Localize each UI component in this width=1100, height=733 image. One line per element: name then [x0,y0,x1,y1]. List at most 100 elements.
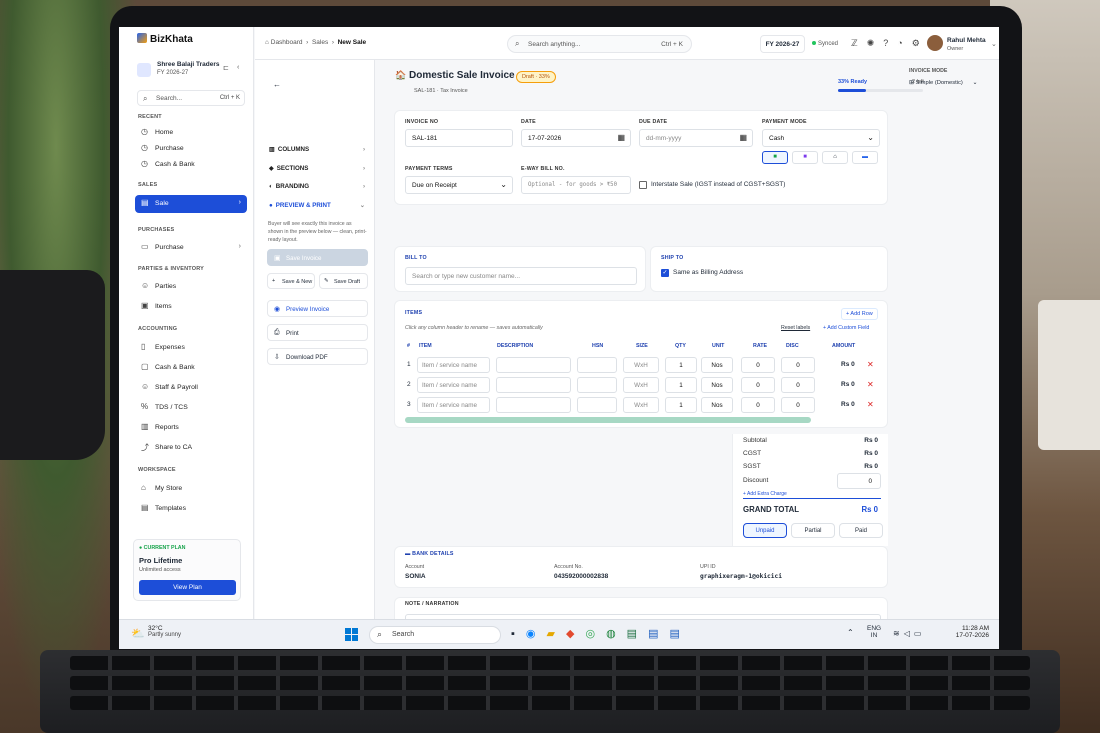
col-header-unit[interactable]: UNIT [712,343,724,349]
accordion-columns[interactable]: ▥ COLUMNS › [269,146,367,153]
status-paid[interactable]: Paid [839,523,883,538]
weather-widget[interactable]: ⛅ 32°C Partly sunny [131,625,181,640]
accordion-branding[interactable]: ◐ BRANDING › [269,183,367,190]
qty-input[interactable]: 1 [665,377,697,393]
customer-search-input[interactable]: Search or type new customer name... [405,267,637,285]
rate-input[interactable]: 0 [741,357,775,373]
item-name-input[interactable]: Item / service name [417,397,490,413]
print-button[interactable]: ⎙ Print [267,324,368,341]
brave-icon[interactable]: ◆ [566,628,585,640]
col-header-amount[interactable]: AMOUNT [832,343,855,349]
payment-mode-select[interactable]: Cash ⌄ [762,129,880,147]
rate-input[interactable]: 0 [741,397,775,413]
sidebar-item-store[interactable]: ⌂ My Store [135,480,247,498]
sidebar-item-recent-cash[interactable]: ◷ Cash & Bank [135,156,247,174]
rate-input[interactable]: 0 [741,377,775,393]
date-input[interactable]: 17-07-2026 ▦ [521,129,631,147]
sidebar-item-share-ca[interactable]: ⤴ Share to CA [135,439,247,457]
taskview-icon[interactable]: ▪ [511,628,526,640]
pay-cash-option[interactable]: ■ [762,151,788,164]
hsn-input[interactable] [577,377,617,393]
due-date-input[interactable]: dd-mm-yyyy ▦ [639,129,753,147]
hsn-input[interactable] [577,397,617,413]
col-header-size[interactable]: SIZE [636,343,648,349]
crumb-sales[interactable]: Sales [312,39,328,46]
size-input[interactable]: WxH [623,357,659,373]
sidebar-item-templates[interactable]: ▤ Templates [135,500,247,518]
chrome-icon[interactable]: ◎ [585,628,606,640]
download-pdf-button[interactable]: ⇩ Download PDF [267,348,368,365]
clock[interactable]: 11:28 AM 17-07-2026 [956,625,989,639]
disc-input[interactable]: 0 [781,397,815,413]
same-as-billing-checkbox[interactable]: ✓ [661,269,669,277]
help-icon[interactable]: ? [883,38,897,48]
item-name-input[interactable]: Item / service name [417,357,490,373]
col-header-item[interactable]: ITEM [419,343,432,349]
qty-input[interactable]: 1 [665,357,697,373]
unit-select[interactable]: Nos [701,377,733,393]
sidebar-item-reports[interactable]: ▥ Reports [135,419,247,437]
word2-icon[interactable]: ▤ [669,628,690,640]
eway-input[interactable]: Optional - for goods > ₹50 [521,176,631,194]
save-new-button[interactable]: + Save & New [267,273,315,289]
delete-row-icon[interactable]: ✕ [867,360,874,369]
hsn-input[interactable] [577,357,617,373]
description-input[interactable] [496,397,571,413]
status-unpaid[interactable]: Unpaid [743,523,787,538]
invoice-no-input[interactable]: SAL-181 [405,129,513,147]
pay-upi-option[interactable]: ▬ [852,151,878,164]
col-header-num[interactable]: # [407,343,410,349]
status-partial[interactable]: Partial [791,523,835,538]
sidebar-item-items[interactable]: ▣ Items [135,298,247,316]
taskbar-search[interactable]: ⌕ Search [369,626,501,644]
sidebar-item-cash-bank[interactable]: ▢ Cash & Bank [135,359,247,377]
add-row-button[interactable]: + Add Row [841,308,878,320]
col-header-rate[interactable]: RATE [753,343,767,349]
save-invoice-button[interactable]: ▣ Save Invoice [267,249,368,266]
size-input[interactable]: WxH [623,377,659,393]
sidebar-item-expenses[interactable]: ▯ Expenses [135,339,247,357]
language-indicator[interactable]: ENG IN [867,625,881,639]
sidebar-item-tds[interactable]: % TDS / TCS [135,399,247,417]
item-name-input[interactable]: Item / service name [417,377,490,393]
sidebar-item-staff[interactable]: ☺ Staff & Payroll [135,379,247,397]
excel-icon[interactable]: ▤ [627,628,648,640]
pay-bank-option[interactable]: ⌂ [822,151,848,164]
preview-invoice-button[interactable]: ◉ Preview Invoice [267,300,368,317]
col-header-hsn[interactable]: HSN [592,343,603,349]
accordion-preview-print[interactable]: ● PREVIEW & PRINT ⌄ [269,202,367,209]
col-header-disc[interactable]: DISC [786,343,799,349]
fy-selector[interactable]: FY 2026-27 [760,35,805,53]
sidebar-item-parties[interactable]: ☺ Parties [135,278,247,296]
sidebar-item-purchase[interactable]: ▭ Purchase › [135,239,247,257]
size-input[interactable]: WxH [623,397,659,413]
description-input[interactable] [496,377,571,393]
app-green-icon[interactable]: ◍ [606,628,627,640]
collapse-icon[interactable]: ‹ [237,64,239,71]
translate-icon[interactable]: ℤ [851,38,867,48]
view-plan-button[interactable]: View Plan [139,580,236,595]
add-extra-charge-link[interactable]: + Add Extra Charge [743,491,787,497]
qty-input[interactable]: 1 [665,397,697,413]
col-header-qty[interactable]: QTY [675,343,686,349]
discount-input[interactable]: 0 [837,473,881,489]
sidebar-search[interactable]: ⌕ Search... Ctrl + K [137,90,245,106]
payment-terms-select[interactable]: Due on Receipt ⌄ [405,176,513,194]
disc-input[interactable]: 0 [781,357,815,373]
disc-input[interactable]: 0 [781,377,815,393]
sidebar-item-sale[interactable]: ▤ Sale › [135,195,247,213]
horizontal-scrollbar[interactable] [405,417,811,423]
add-custom-field-link[interactable]: + Add Custom Field [823,325,869,331]
theme-icon[interactable]: ✺ [867,38,884,48]
global-search[interactable]: ⌕ Search anything... Ctrl + K [507,35,692,53]
unit-select[interactable]: Nos [701,397,733,413]
tray-icons[interactable]: ≋◁▭ [893,629,925,638]
crumb-dashboard[interactable]: Dashboard [271,39,303,46]
switch-icon[interactable]: ⊏ [223,64,229,72]
edge-icon[interactable]: ◉ [526,628,547,640]
delete-row-icon[interactable]: ✕ [867,380,874,389]
invoice-mode-select[interactable]: ⊞ Simple (Domestic) ⌄ [909,80,977,86]
pay-card-option[interactable]: ■ [792,151,818,164]
interstate-checkbox[interactable] [639,181,647,189]
unit-select[interactable]: Nos [701,357,733,373]
